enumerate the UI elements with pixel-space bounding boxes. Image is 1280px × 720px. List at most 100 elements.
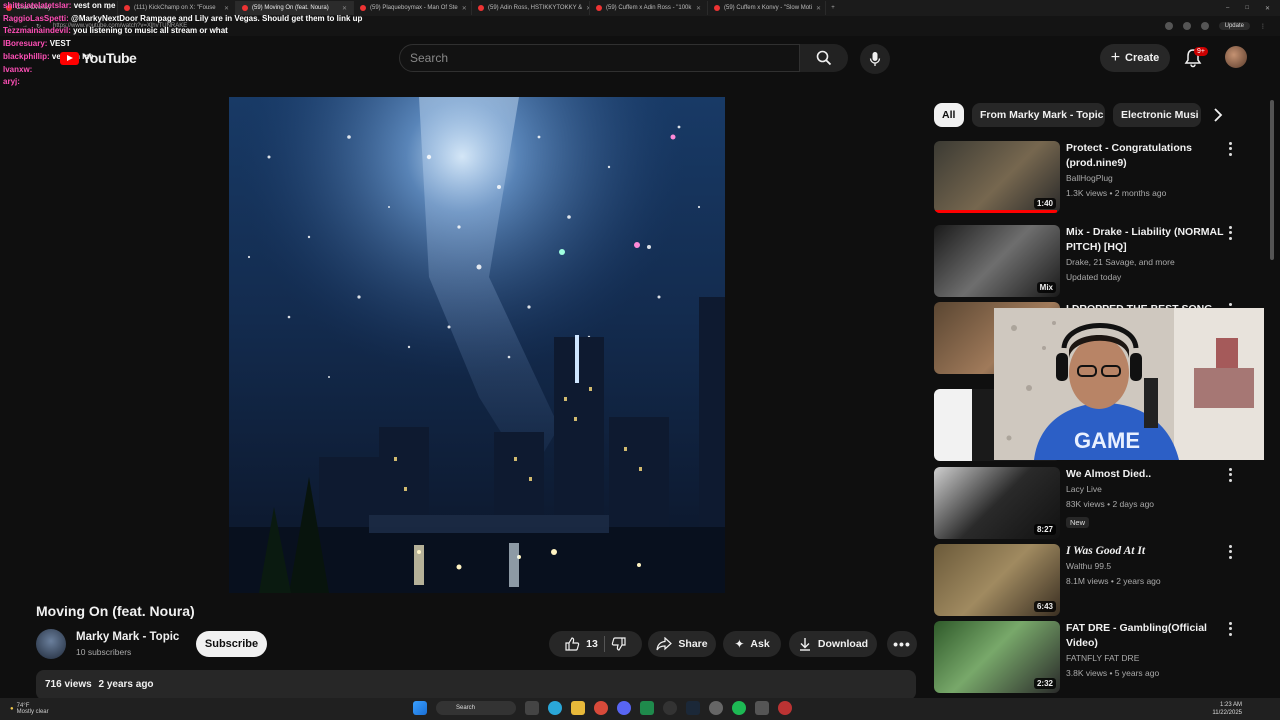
subscriber-count: 10 subscribers [76,647,132,657]
description-box[interactable]: 716 views 2 years ago [36,670,916,700]
download-icon [799,638,810,651]
video-title[interactable]: Protect - Congratulations (prod.nine9) [1066,141,1226,171]
sparkle-icon: ✦ [734,637,745,651]
recommended-video[interactable]: Mix Mix - Drake - Liability (NORMAL PITCH… [934,225,1254,297]
close-tab-icon[interactable]: ✕ [462,5,467,12]
chip-electronic-music[interactable]: Electronic Musi [1113,103,1201,127]
share-button[interactable]: Share [648,631,716,657]
menu-dots-icon[interactable]: ⋮ [1260,23,1266,30]
windows-start-icon[interactable] [413,701,427,715]
extension-icon[interactable] [1182,22,1191,30]
thumbs-up-icon[interactable] [564,636,580,652]
more-options-icon[interactable] [1226,141,1234,157]
chat-message: RaggioLasSpetti: @MarkyNextDoor Rampage … [3,13,362,26]
close-tab-icon[interactable]: ✕ [696,5,701,12]
chip-from-channel[interactable]: From Marky Mark - Topic [972,103,1105,127]
video-channel[interactable]: Lacy Live [1066,482,1226,497]
browser-tab[interactable]: (59) Adin Ross, HSTIKKYTOKKY &✕ [472,1,590,15]
more-horizontal-icon: ••• [893,636,911,652]
chat-username: IBoresuary: [3,39,48,49]
video-channel[interactable]: Walthu 99.5 [1066,559,1226,574]
subscribe-button[interactable]: Subscribe [196,631,267,657]
more-options-icon[interactable] [1226,467,1234,483]
recommended-video[interactable]: 8:27 We Almost Died.. Lacy Live 83K views •… [934,467,1254,539]
search-button[interactable] [800,44,848,72]
video-meta: 3.8K views • 5 years ago [1066,668,1160,678]
upload-age: 2 years ago [98,679,154,690]
file-explorer-icon[interactable] [571,701,585,715]
channel-name[interactable]: Marky Mark - Topic [76,631,179,643]
system-clock[interactable]: 1:23 AM 11/22/2025 [1212,701,1242,717]
chevron-right-icon[interactable] [1210,107,1226,123]
more-options-icon[interactable] [1226,544,1234,560]
download-label: Download [817,638,869,650]
create-button[interactable]: + Create [1100,44,1170,72]
video-player[interactable] [229,97,725,593]
video-title[interactable]: Mix - Drake - Liability (NORMAL PITCH) [… [1066,225,1226,255]
recommended-video[interactable]: 6:43 I Was Good At It Walthu 99.5 8.1M view… [934,544,1254,616]
page-scrollbar[interactable] [1270,100,1274,260]
thumbs-down-icon[interactable] [611,636,627,652]
search-input[interactable]: Search [399,44,800,72]
close-window-icon[interactable]: ✕ [1265,5,1270,12]
youtube-play-icon [60,51,79,65]
spotify-icon[interactable] [732,701,746,715]
weather-widget[interactable]: ● 74°F Mostly clear [0,703,49,715]
recommended-video[interactable]: 1:40 Protect - Congratulations (prod.nine… [934,141,1254,213]
ask-button[interactable]: ✦ Ask [723,631,781,657]
video-title[interactable]: FAT DRE - Gambling(Official Video) [1066,621,1226,651]
browser-tab[interactable]: (59) Cuffem x Konvy - "Slow Moti ✕ [708,1,826,15]
task-view-icon[interactable] [525,701,539,715]
microphone-icon [869,52,881,66]
minimize-icon[interactable]: – [1226,5,1229,12]
extension-icon[interactable] [1164,22,1173,30]
duration-badge: 6:43 [1033,601,1056,612]
video-channel[interactable]: FATNFLY FAT DRE [1066,651,1226,666]
more-options-icon[interactable] [1226,621,1234,637]
taskbar-search[interactable]: Search [436,701,516,715]
chat-message: Tezzmainaindevil: you listening to music… [3,25,362,38]
tab-favicon-icon [478,5,484,11]
chrome-icon[interactable] [594,701,608,715]
steam-icon[interactable] [686,701,700,715]
watch-progress-bar [934,210,1058,213]
obs-icon[interactable] [663,701,677,715]
extension-icon[interactable] [1200,22,1209,30]
browser-tab[interactable]: (59) Cuffem x Adin Ross - "100k ✕ [590,1,708,15]
weather-moon-icon: ● [10,706,14,712]
video-title[interactable]: I Was Good At It [1066,544,1226,559]
search-icon [816,50,832,66]
recommended-video[interactable]: 2:32 FAT DRE - Gambling(Official Video) FA… [934,621,1254,693]
video-thumbnail[interactable]: 1:40 [934,141,1060,213]
video-thumbnail[interactable]: 6:43 [934,544,1060,616]
video-channel[interactable]: Drake, 21 Savage, and more [1066,255,1226,270]
app-icon[interactable] [755,701,769,715]
new-tab-button[interactable]: + [826,5,840,11]
video-thumbnail[interactable]: 2:32 [934,621,1060,693]
video-channel[interactable]: BallHogPlug [1066,171,1226,186]
chat-message: lvanxw: [3,64,362,77]
more-options-icon[interactable] [1226,225,1234,241]
discord-icon[interactable] [617,701,631,715]
video-title[interactable]: We Almost Died.. [1066,467,1226,482]
download-button[interactable]: Download [789,631,877,657]
extension-icons: Update ⋮ [1164,22,1280,30]
account-avatar[interactable] [1225,46,1247,68]
maximize-icon[interactable]: □ [1245,5,1249,12]
settings-icon[interactable] [709,701,723,715]
duration-badge: 8:27 [1033,524,1056,535]
close-tab-icon[interactable]: ✕ [816,5,821,12]
channel-avatar[interactable] [36,629,66,659]
chip-all[interactable]: All [934,103,964,127]
edge-icon[interactable] [548,701,562,715]
clock-date: 11/22/2025 [1212,710,1242,716]
youtube-logo[interactable]: YouTube [60,50,137,66]
browser-tab[interactable]: (59) Plaqueboymax - Man Of Ste ✕ [354,1,472,15]
voice-search-button[interactable] [860,44,890,74]
video-thumbnail[interactable]: 8:27 [934,467,1060,539]
video-thumbnail[interactable]: Mix [934,225,1060,297]
app-icon[interactable] [778,701,792,715]
excel-icon[interactable] [640,701,654,715]
more-actions-button[interactable]: ••• [887,631,917,657]
update-button[interactable]: Update [1218,22,1250,30]
